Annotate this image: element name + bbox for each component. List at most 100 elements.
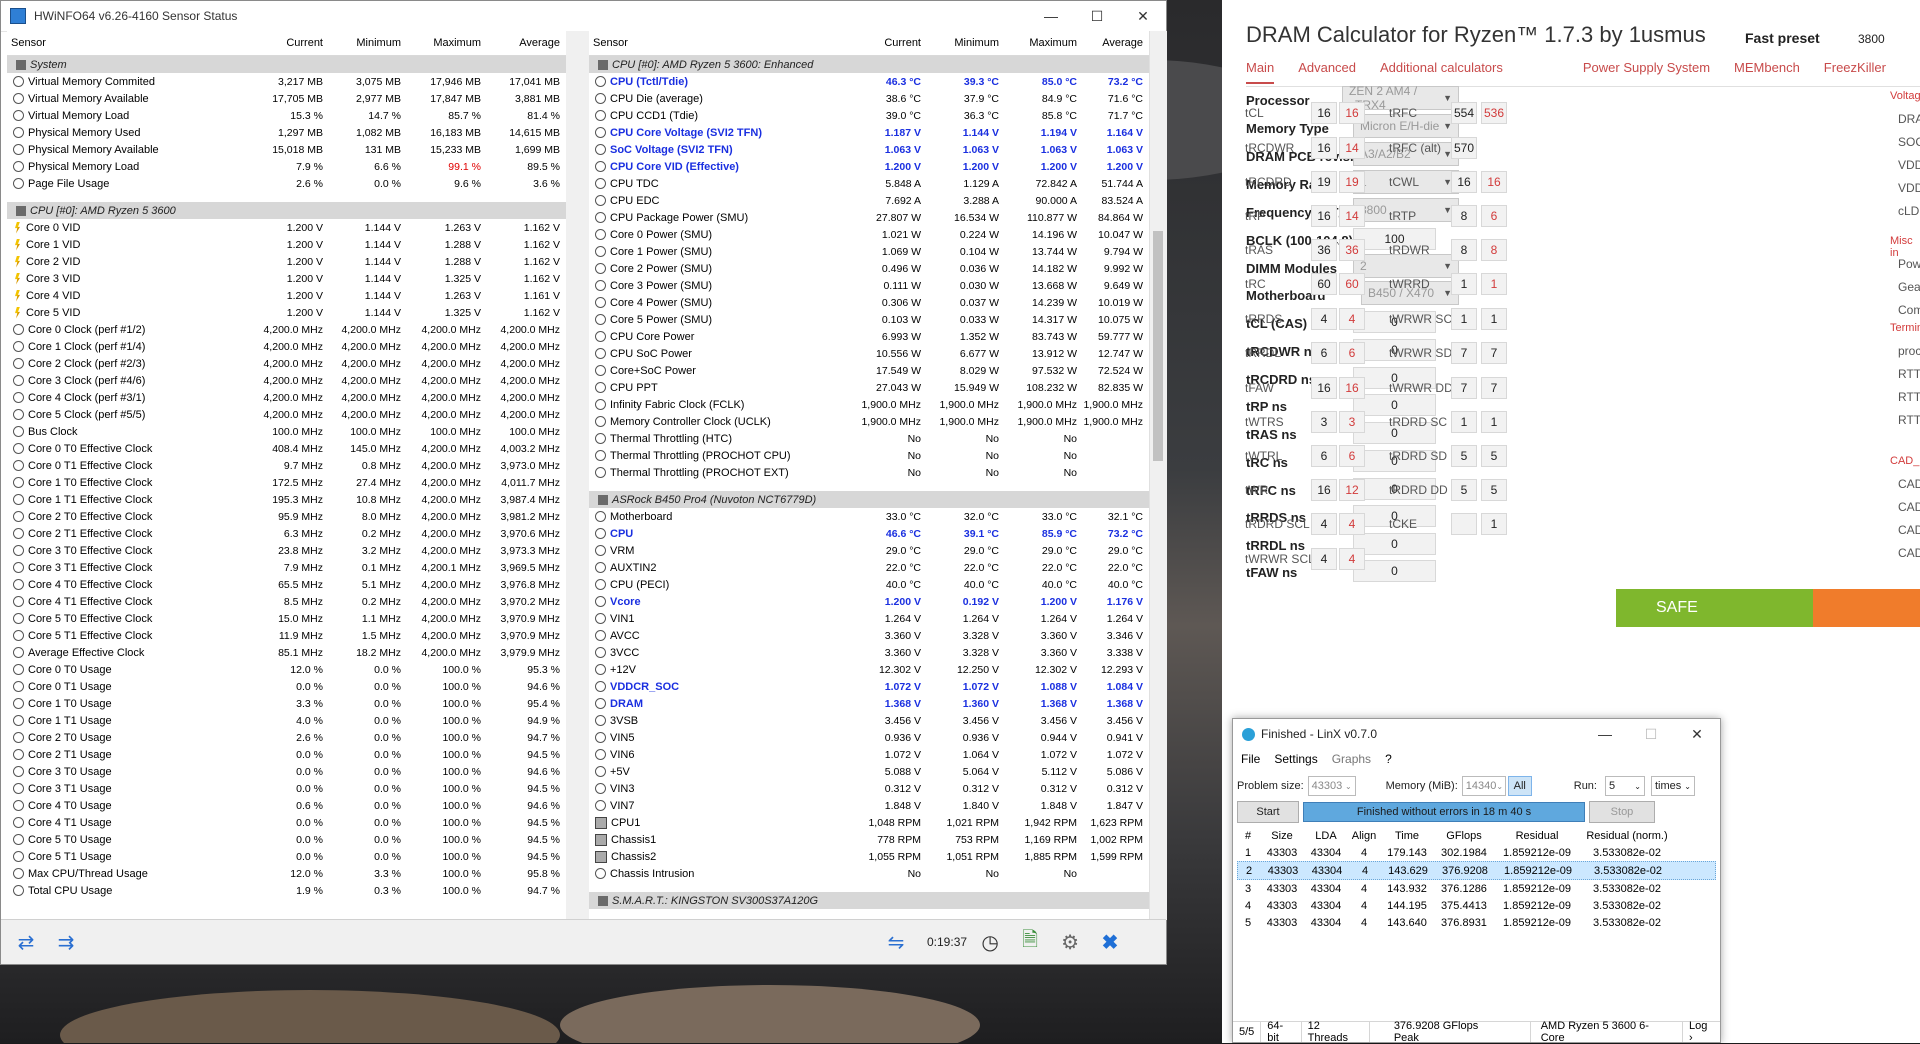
fast-button[interactable] <box>1813 589 1920 627</box>
timing-value[interactable]: 60 <box>1311 273 1337 295</box>
timing-value[interactable]: 19 <box>1311 171 1337 193</box>
timing-value[interactable]: 4 <box>1311 308 1337 330</box>
sensor-row[interactable]: Vcore 1.200 V 0.192 V 1.200 V 1.176 V <box>589 593 1163 610</box>
column-header[interactable]: LDA <box>1305 830 1347 842</box>
timing-value[interactable]: 16 <box>1311 137 1337 159</box>
sensor-row[interactable]: Thermal Throttling (PROCHOT EXT) No No No <box>589 464 1163 481</box>
timing-value[interactable]: 4 <box>1311 513 1337 535</box>
sensor-group-header[interactable]: S.M.A.R.T.: KINGSTON SV300S37A120G <box>589 892 1163 909</box>
sensor-row[interactable]: Core 3 VID 1.200 V 1.144 V 1.325 V 1.162 V <box>7 270 566 287</box>
timing-value[interactable]: 7 <box>1451 377 1477 399</box>
sensor-row[interactable]: Virtual Memory Commited 3,217 MB 3,075 MB 1… <box>7 73 566 90</box>
sensor-row[interactable]: CPU Core Power 6.993 W 1.352 W 83.743 W 59.7… <box>589 328 1163 345</box>
sensor-row[interactable]: Core 3 Power (SMU) 0.111 W 0.030 W 13.668 W… <box>589 277 1163 294</box>
sensor-row[interactable]: Page File Usage 2.6 % 0.0 % 9.6 % 3.6 % <box>7 175 566 192</box>
sensor-row[interactable]: Core 1 T0 Effective Clock 172.5 MHz 27.4 M… <box>7 474 566 491</box>
sensor-row[interactable]: CPU Die (average) 38.6 °C 37.9 °C 84.9 °C 71… <box>589 90 1163 107</box>
network-icon[interactable]: ⇋ <box>879 926 913 958</box>
column-header[interactable]: Residual <box>1495 830 1579 842</box>
sensor-row[interactable]: Core 4 T0 Usage 0.6 % 0.0 % 100.0 % 94.6 % <box>7 797 566 814</box>
sensor-row[interactable]: CPU 46.6 °C 39.1 °C 85.9 °C 73.2 °C <box>589 525 1163 542</box>
sensor-row[interactable]: 3VCC 3.360 V 3.328 V 3.360 V 3.338 V <box>589 644 1163 661</box>
hwinfo-titlebar[interactable]: HWiNFO64 v6.26-4160 Sensor Status — ☐ ✕ <box>1 1 1166 32</box>
sensor-row[interactable]: Core 0 T1 Effective Clock 9.7 MHz 0.8 MHz 4… <box>7 457 566 474</box>
timing-value[interactable]: 16 <box>1311 102 1337 124</box>
col-sensor[interactable]: Sensor <box>7 37 249 49</box>
sensor-row[interactable]: Total CPU Usage 1.9 % 0.3 % 100.0 % 94.7 % <box>7 882 566 899</box>
sensor-row[interactable]: Core 4 Clock (perf #3/1) 4,200.0 MHz 4,200… <box>7 389 566 406</box>
col-current[interactable]: Current <box>249 37 327 49</box>
column-header[interactable]: Size <box>1259 830 1305 842</box>
preset-value[interactable]: 3800 <box>1858 32 1885 46</box>
problem-size-select[interactable]: 43303 ⌄ <box>1307 776 1356 796</box>
sensor-row[interactable]: Core 2 T0 Usage 2.6 % 0.0 % 100.0 % 94.7 % <box>7 729 566 746</box>
clock-icon[interactable]: ◷ <box>973 926 1007 958</box>
table-row[interactable]: 4 43303 43304 4 144.195 375.4413 1.859212e-09 3… <box>1237 897 1716 914</box>
sensor-row[interactable]: Core 3 Clock (perf #4/6) 4,200.0 MHz 4,200… <box>7 372 566 389</box>
sensor-row[interactable]: Motherboard 33.0 °C 32.0 °C 33.0 °C 32.1 °C <box>589 508 1163 525</box>
col-average[interactable]: Average <box>1081 37 1147 49</box>
sensor-row[interactable]: CPU SoC Power 10.556 W 6.677 W 13.912 W 12.7… <box>589 345 1163 362</box>
sensor-row[interactable]: Core 0 Clock (perf #1/2) 4,200.0 MHz 4,200… <box>7 321 566 338</box>
table-row[interactable]: 3 43303 43304 4 143.932 376.1286 1.859212e-09 3… <box>1237 880 1716 897</box>
field-input[interactable]: 0 <box>1353 533 1436 555</box>
sensor-row[interactable]: Core 5 T0 Effective Clock 15.0 MHz 1.1 MHz… <box>7 610 566 627</box>
field-input[interactable]: 0 <box>1353 394 1436 416</box>
col-average[interactable]: Average <box>485 37 564 49</box>
timing-value[interactable]: 8 <box>1451 239 1477 261</box>
memory-select[interactable]: 14340 ⌄ <box>1461 776 1506 796</box>
sensor-row[interactable]: Average Effective Clock 85.1 MHz 18.2 MHz 4… <box>7 644 566 661</box>
field-input[interactable]: 0 <box>1353 560 1436 582</box>
maximize-icon[interactable]: ☐ <box>1074 1 1120 31</box>
sensor-row[interactable]: Core 1 VID 1.200 V 1.144 V 1.288 V 1.162 V <box>7 236 566 253</box>
sensor-row[interactable]: Core 1 T1 Effective Clock 195.3 MHz 10.8 M… <box>7 491 566 508</box>
timing-value[interactable]: 1 <box>1451 411 1477 433</box>
timing-value[interactable]: 36 <box>1311 239 1337 261</box>
sensor-row[interactable]: Core 5 Clock (perf #5/5) 4,200.0 MHz 4,200… <box>7 406 566 423</box>
tab-freezkiller[interactable]: FreezKiller <box>1824 60 1886 84</box>
sensor-row[interactable]: Max CPU/Thread Usage 12.0 % 3.3 % 100.0 % 95… <box>7 865 566 882</box>
sensor-row[interactable]: Core+SoC Power 17.549 W 8.029 W 97.532 W 72.… <box>589 362 1163 379</box>
table-row[interactable]: 5 43303 43304 4 143.640 376.8931 1.859212e-09 3… <box>1237 914 1716 931</box>
sensor-row[interactable]: CPU PPT 27.043 W 15.949 W 108.232 W 82.835 W <box>589 379 1163 396</box>
navigate-arrows-icon[interactable]: ⇄ <box>9 926 43 958</box>
sensor-group-header[interactable]: ASRock B450 Pro4 (Nuvoton NCT6779D) <box>589 491 1163 508</box>
column-header[interactable]: Residual (norm.) <box>1579 830 1675 842</box>
sensor-row[interactable]: Physical Memory Used 1,297 MB 1,082 MB 16,1… <box>7 124 566 141</box>
sensor-row[interactable]: Core 3 T0 Usage 0.0 % 0.0 % 100.0 % 94.6 % <box>7 763 566 780</box>
sensor-row[interactable]: Core 1 T1 Usage 4.0 % 0.0 % 100.0 % 94.9 % <box>7 712 566 729</box>
sensor-row[interactable]: Core 5 T0 Usage 0.0 % 0.0 % 100.0 % 94.5 % <box>7 831 566 848</box>
sensor-row[interactable]: VIN3 0.312 V 0.312 V 0.312 V 0.312 V <box>589 780 1163 797</box>
sensor-row[interactable]: Core 4 T1 Usage 0.0 % 0.0 % 100.0 % 94.5 % <box>7 814 566 831</box>
sensor-row[interactable]: Infinity Fabric Clock (FCLK) 1,900.0 MHz 1… <box>589 396 1163 413</box>
timing-value[interactable]: 16 <box>1451 171 1477 193</box>
minimize-icon[interactable]: — <box>1582 719 1628 749</box>
timing-value[interactable]: 6 <box>1311 342 1337 364</box>
sensor-row[interactable]: Core 3 T1 Effective Clock 7.9 MHz 0.1 MHz 4… <box>7 559 566 576</box>
close-sensors-icon[interactable]: ✖ <box>1093 926 1127 958</box>
sensor-row[interactable]: Core 4 T0 Effective Clock 65.5 MHz 5.1 MHz… <box>7 576 566 593</box>
timing-value[interactable]: 16 <box>1311 205 1337 227</box>
timing-value[interactable]: 5 <box>1451 479 1477 501</box>
sensor-row[interactable]: +5V 5.088 V 5.064 V 5.112 V 5.086 V <box>589 763 1163 780</box>
tab-membench[interactable]: MEMbench <box>1734 60 1800 84</box>
sensor-row[interactable]: Core 1 Clock (perf #1/4) 4,200.0 MHz 4,200… <box>7 338 566 355</box>
sensor-row[interactable]: CPU TDC 5.848 A 1.129 A 72.842 A 51.744 A <box>589 175 1163 192</box>
sensor-row[interactable]: DRAM 1.368 V 1.360 V 1.368 V 1.368 V <box>589 695 1163 712</box>
close-icon[interactable]: ✕ <box>1674 719 1720 749</box>
sensor-row[interactable]: Core 2 VID 1.200 V 1.144 V 1.288 V 1.162 V <box>7 253 566 270</box>
col-minimum[interactable]: Minimum <box>327 37 405 49</box>
sensor-row[interactable]: Virtual Memory Available 17,705 MB 2,977 M… <box>7 90 566 107</box>
add-report-icon[interactable]: 🗎 <box>1013 926 1047 958</box>
sensor-group-header[interactable]: System <box>7 56 566 73</box>
timing-value[interactable]: 6 <box>1311 445 1337 467</box>
sensor-row[interactable]: VDDCR_SOC 1.072 V 1.072 V 1.088 V 1.084 V <box>589 678 1163 695</box>
sensor-row[interactable]: Core 2 Clock (perf #2/3) 4,200.0 MHz 4,200… <box>7 355 566 372</box>
sensor-row[interactable]: CPU EDC 7.692 A 3.288 A 90.000 A 83.524 A <box>589 192 1163 209</box>
safe-button[interactable]: SAFE <box>1616 589 1813 627</box>
sensor-row[interactable]: Core 3 T1 Usage 0.0 % 0.0 % 100.0 % 94.5 % <box>7 780 566 797</box>
col-maximum[interactable]: Maximum <box>405 37 485 49</box>
tab-power-supply-system[interactable]: Power Supply System <box>1583 60 1710 84</box>
sensor-row[interactable]: CPU1 1,048 RPM 1,021 RPM 1,942 RPM 1,623 RPM <box>589 814 1163 831</box>
col-minimum[interactable]: Minimum <box>925 37 1003 49</box>
